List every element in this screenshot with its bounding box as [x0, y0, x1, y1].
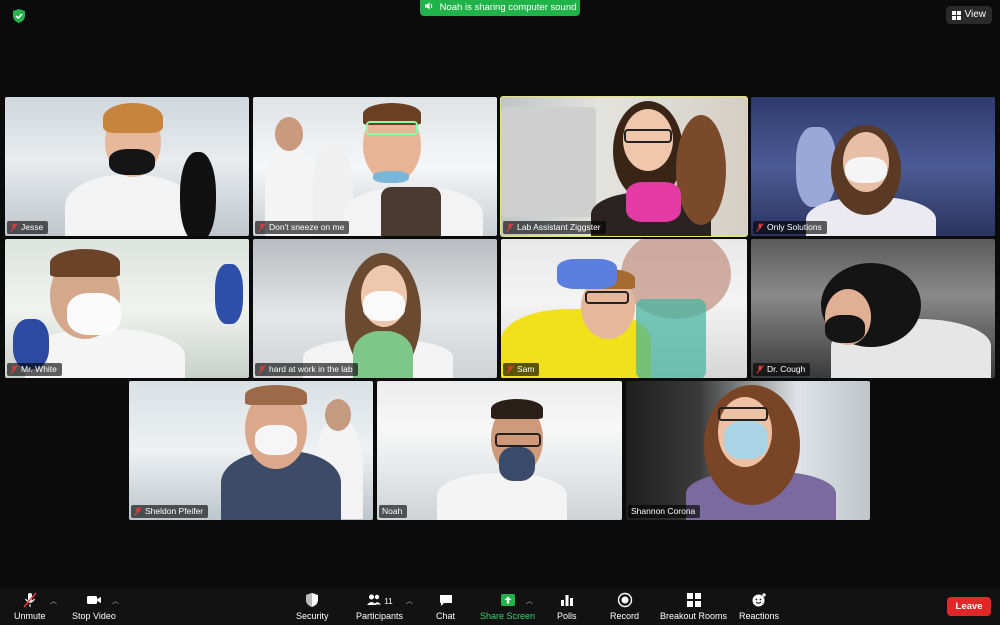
participants-button[interactable]: 11 Participants [356, 592, 403, 621]
sharing-sound-banner[interactable]: Noah is sharing computer sound [420, 0, 580, 16]
muted-mic-icon [506, 223, 514, 232]
video-tile[interactable]: Sheldon Pfeifer [129, 381, 373, 520]
record-icon [617, 592, 632, 608]
leave-meeting-button[interactable]: Leave [947, 597, 991, 616]
shield-icon [306, 593, 319, 607]
video-tile[interactable]: Only Solutions [751, 97, 995, 236]
view-button[interactable]: View [945, 6, 992, 24]
participant-name-tag: hard at work in the lab [255, 363, 358, 376]
participant-name-tag: Sheldon Pfeifer [131, 505, 209, 518]
muted-mic-icon [134, 507, 142, 516]
video-camera-icon [86, 596, 101, 604]
video-tile-active-speaker[interactable]: Lab Assistant Ziggster [500, 96, 748, 237]
video-tile[interactable]: Noah [377, 381, 622, 520]
grid-icon [951, 10, 961, 20]
muted-mic-icon [756, 365, 764, 374]
video-tile[interactable]: Jesse [5, 97, 249, 236]
participant-name-tag: Only Solutions [753, 221, 827, 234]
security-button[interactable]: Security [296, 592, 329, 621]
participants-count: 11 [384, 597, 393, 606]
unmute-options-chevron-icon[interactable]: ︿ [50, 596, 57, 606]
video-options-chevron-icon[interactable]: ︿ [112, 596, 119, 606]
unmute-button[interactable]: Unmute [14, 592, 46, 621]
video-tile[interactable]: Dr. Cough [751, 239, 995, 378]
breakout-grid-icon [686, 593, 701, 607]
video-tile[interactable]: Don't sneeze on me [253, 97, 497, 236]
muted-microphone-icon [23, 592, 37, 608]
participant-name-tag: Noah [379, 505, 408, 518]
stop-video-button[interactable]: Stop Video [72, 592, 116, 621]
participants-options-chevron-icon[interactable]: ︿ [406, 596, 413, 606]
share-screen-arrow-icon [500, 594, 515, 606]
record-button[interactable]: Record [610, 592, 639, 621]
muted-mic-icon [10, 223, 18, 232]
smiley-add-icon [752, 593, 767, 607]
meeting-toolbar: Unmute ︿ Stop Video ︿ Security 11 Partic… [0, 588, 1000, 625]
muted-mic-icon [10, 365, 18, 374]
banner-text: Noah is sharing computer sound [439, 2, 577, 13]
participant-name-tag: Shannon Corona [628, 505, 701, 518]
view-label: View [964, 9, 987, 20]
participant-video [65, 175, 195, 236]
security-shield-icon[interactable] [11, 8, 27, 24]
people-icon [367, 594, 382, 605]
participant-name-tag: Don't sneeze on me [255, 221, 350, 234]
participant-name-tag: Mr. White [7, 363, 62, 376]
participant-name-tag: Lab Assistant Ziggster [503, 221, 606, 234]
video-tile[interactable]: Mr. White [5, 239, 249, 378]
bar-chart-icon [560, 595, 573, 606]
muted-mic-icon [258, 223, 266, 232]
participant-name-tag: Dr. Cough [753, 363, 811, 376]
reactions-button[interactable]: Reactions [739, 592, 779, 621]
video-tile[interactable]: Shannon Corona [626, 381, 870, 520]
chat-bubble-icon [439, 595, 452, 606]
muted-mic-icon [258, 365, 266, 374]
participant-name-tag: Sam [503, 363, 540, 376]
polls-button[interactable]: Polls [557, 592, 577, 621]
speaker-icon [424, 2, 432, 10]
muted-mic-icon [756, 223, 764, 232]
video-tile[interactable]: hard at work in the lab [253, 239, 497, 378]
chat-button[interactable]: Chat [436, 592, 455, 621]
muted-mic-icon [506, 365, 514, 374]
share-options-chevron-icon[interactable]: ︿ [526, 596, 533, 606]
video-tile[interactable]: Sam [501, 239, 747, 378]
breakout-rooms-button[interactable]: Breakout Rooms [660, 592, 727, 621]
participant-name-tag: Jesse [7, 221, 49, 234]
